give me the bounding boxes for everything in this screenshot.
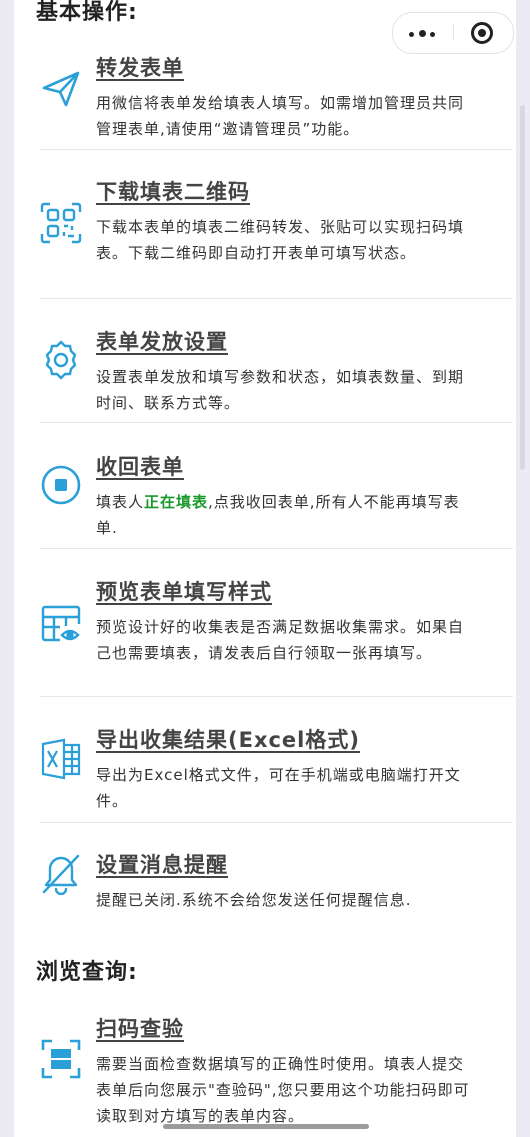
section-title-basic: 基本操作: <box>36 0 138 25</box>
action-desc: 预览设计好的收集表是否满足数据收集需求。如果自己也需要填表，请发表后自行领取一张… <box>96 618 465 662</box>
action-desc: 填表人正在填表,点我收回表单,所有人不能再填写表单. <box>96 489 472 541</box>
divider <box>40 822 513 823</box>
action-title[interactable]: 表单发放设置 <box>96 326 228 356</box>
action-title[interactable]: 下载填表二维码 <box>96 176 250 206</box>
scan-icon <box>40 1038 82 1080</box>
action-title[interactable]: 设置消息提醒 <box>96 849 228 879</box>
gear-icon <box>40 339 82 381</box>
divider <box>40 696 513 697</box>
action-desc: 需要当面检查数据填写的正确性时使用。填表人提交表单后向您展示"查验码",您只要用… <box>96 1055 470 1125</box>
more-dot-icon <box>409 32 414 37</box>
action-title[interactable]: 收回表单 <box>96 451 184 481</box>
home-indicator[interactable] <box>163 1124 369 1129</box>
bell-off-icon <box>40 853 82 895</box>
scrollbar-thumb[interactable] <box>520 105 525 470</box>
more-dot-icon <box>419 30 426 37</box>
qrcode-icon <box>40 202 82 244</box>
close-mini-program-button[interactable] <box>453 13 513 53</box>
action-title[interactable]: 扫码查验 <box>96 1013 184 1043</box>
mini-program-capsule <box>392 12 514 54</box>
stop-icon <box>40 464 82 506</box>
screen-left-edge <box>0 0 14 1137</box>
send-icon <box>40 68 82 110</box>
action-title[interactable]: 预览表单填写样式 <box>96 576 272 606</box>
divider <box>40 149 513 150</box>
action-desc: 设置表单发放和填写参数和状态，如填表数量、到期时间、联系方式等。 <box>96 368 465 412</box>
excel-icon <box>40 738 82 780</box>
action-title[interactable]: 转发表单 <box>96 52 184 82</box>
divider <box>40 548 513 549</box>
preview-table-icon <box>40 604 82 646</box>
action-desc: 导出为Excel格式文件，可在手机端或电脑端打开文件。 <box>96 766 461 810</box>
desc-prefix: 填表人 <box>96 493 145 511</box>
action-desc: 用微信将表单发给填表人填写。如需增加管理员共同管理表单,请使用“邀请管理员”功能… <box>96 94 465 138</box>
action-title[interactable]: 导出收集结果(Excel格式) <box>96 724 360 754</box>
divider <box>40 422 513 423</box>
status-filling-text: 正在填表 <box>144 493 209 511</box>
more-options-button[interactable] <box>393 13 453 53</box>
action-desc: 下载本表单的填表二维码转发、张贴可以实现扫码填表。下载二维码即自动打开表单可填写… <box>96 218 465 262</box>
divider <box>40 298 513 299</box>
more-dot-icon <box>430 32 435 37</box>
section-title-browse: 浏览查询: <box>36 960 138 985</box>
close-dot-icon <box>478 29 486 37</box>
action-desc: 提醒已关闭.系统不会给您发送任何提醒信息. <box>96 891 412 909</box>
